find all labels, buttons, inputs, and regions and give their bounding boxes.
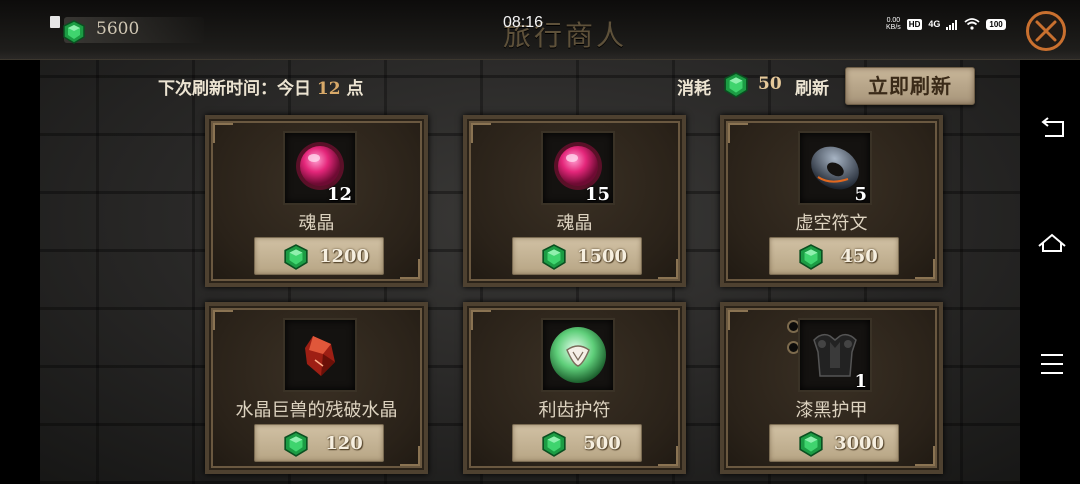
item-price: 3000 xyxy=(833,433,885,454)
item-price: 1200 xyxy=(318,246,370,267)
item-name: 水晶巨兽的残破水晶 xyxy=(235,400,398,421)
status-icons: 0.00 KB/s HD 4G 100 xyxy=(886,15,1006,33)
item-name: 漆黑护甲 xyxy=(795,400,868,421)
pink-soul-crystal-icon[interactable]: 15 xyxy=(541,131,615,205)
hd-badge: HD xyxy=(906,18,923,30)
emerald-gem-icon xyxy=(723,72,749,102)
item-quantity: 1 xyxy=(854,371,867,392)
shop-item-card[interactable]: 1 漆黑护甲 3000 xyxy=(720,302,943,474)
battery-indicator: 100 xyxy=(986,18,1006,30)
close-button[interactable] xyxy=(1026,11,1066,51)
emerald-gem-icon xyxy=(798,244,824,274)
item-name: 虚空符文 xyxy=(795,213,868,234)
cost-label: 消耗 xyxy=(677,79,711,99)
emerald-gem-icon xyxy=(798,431,824,461)
shop-item-card[interactable]: 12 魂晶 1200 xyxy=(205,115,428,287)
emerald-gem-icon xyxy=(283,431,309,461)
item-quantity: 15 xyxy=(584,184,610,205)
buy-price-button[interactable]: 1200 xyxy=(254,237,384,275)
item-price: 450 xyxy=(840,246,878,267)
buy-price-button[interactable]: 120 xyxy=(254,424,384,462)
item-price: 120 xyxy=(325,433,363,454)
emerald-gem-icon xyxy=(283,244,309,274)
shop-item-card[interactable]: 利齿护符 500 xyxy=(463,302,686,474)
status-time: 08:16 xyxy=(503,14,544,31)
back-nav-icon[interactable] xyxy=(1037,114,1067,144)
emerald-gem-icon xyxy=(62,20,86,48)
signal-bars-icon xyxy=(946,15,958,34)
sim-status-icon xyxy=(50,16,60,28)
void-rune-icon[interactable]: 5 xyxy=(798,131,872,205)
item-price: 1500 xyxy=(576,246,628,267)
refresh-hour: 12 xyxy=(316,79,341,99)
network-type: 4G xyxy=(928,19,941,29)
buy-price-button[interactable]: 3000 xyxy=(769,424,899,462)
wifi-icon xyxy=(964,15,980,34)
buy-price-button[interactable]: 1500 xyxy=(512,237,642,275)
crossed-swords-icon xyxy=(1035,20,1057,42)
red-crystal-shard-icon[interactable] xyxy=(283,318,357,392)
currency-amount: 5600 xyxy=(96,19,140,39)
buy-price-button[interactable]: 500 xyxy=(512,424,642,462)
emerald-gem-icon xyxy=(541,431,567,461)
shop-item-card[interactable]: 水晶巨兽的残破水晶 120 xyxy=(205,302,428,474)
left-black-edge xyxy=(0,0,40,484)
item-quantity: 12 xyxy=(326,184,352,205)
network-speed: 0.00 KB/s xyxy=(886,17,901,31)
emerald-gem-icon xyxy=(541,244,567,274)
item-price: 500 xyxy=(583,433,621,454)
menu-nav-icon[interactable] xyxy=(1037,349,1067,379)
item-name: 魂晶 xyxy=(298,213,335,234)
shop-item-card[interactable]: 5 虚空符文 450 xyxy=(720,115,943,287)
tooth-amulet-icon[interactable] xyxy=(541,318,615,392)
item-name: 利齿护符 xyxy=(538,400,611,421)
refresh-label-day: 今日 xyxy=(277,79,311,99)
buy-price-button[interactable]: 450 xyxy=(769,237,899,275)
network-speed-value: 0.00 xyxy=(886,17,901,24)
refresh-now-button[interactable]: 立即刷新 xyxy=(845,67,975,105)
pink-soul-crystal-icon[interactable]: 12 xyxy=(283,131,357,205)
refresh-cost-value: 50 xyxy=(758,74,782,94)
item-quantity: 5 xyxy=(854,184,867,205)
next-refresh-time: 下次刷新时间：今日 12 点 xyxy=(158,74,364,99)
shop-item-card[interactable]: 15 魂晶 1500 xyxy=(463,115,686,287)
refresh-label-prefix: 下次刷新时间： xyxy=(158,79,277,99)
home-nav-icon[interactable] xyxy=(1037,228,1067,258)
refresh-label-suffix: 点 xyxy=(346,79,364,99)
item-name: 魂晶 xyxy=(556,213,593,234)
refresh-word: 刷新 xyxy=(795,79,829,99)
black-armor-icon[interactable]: 1 xyxy=(798,318,872,392)
network-speed-unit: KB/s xyxy=(886,24,901,31)
